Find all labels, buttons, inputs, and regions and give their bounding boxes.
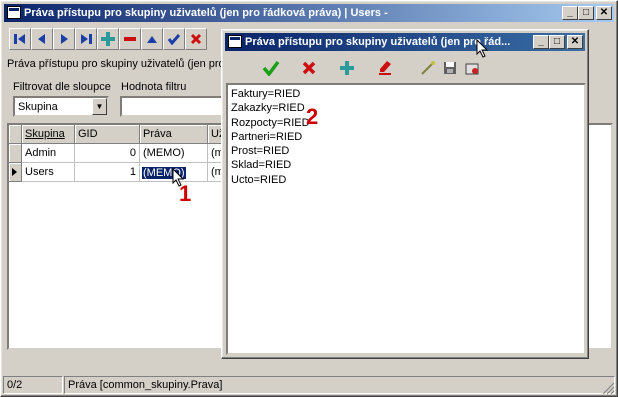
memo-line: Zakazky=RIED	[231, 102, 305, 115]
memo-line: Faktury=RIED	[231, 88, 301, 100]
delete-record-button[interactable]	[119, 28, 141, 50]
edit-record-button[interactable]	[141, 28, 163, 50]
memo-line: Sklad=RIED	[231, 159, 292, 172]
table-row-cell-skupina[interactable]: Users	[22, 163, 75, 182]
status-record-count: 0/2	[3, 376, 63, 394]
editor-window-title: Práva přístupu pro skupiny uživatelů (je…	[245, 36, 511, 48]
filter-column-label: Filtrovat dle sloupce	[13, 81, 111, 93]
wizard-button[interactable]	[417, 57, 439, 79]
next-record-button[interactable]	[53, 28, 75, 50]
filter-value-input[interactable]	[120, 96, 224, 117]
table-row-cell-prava[interactable]: (MEMO)	[140, 144, 208, 163]
minus-icon	[124, 37, 136, 41]
floppy-icon	[444, 62, 456, 74]
maximize-button[interactable]: □	[578, 6, 594, 20]
cancel-edit-button[interactable]	[185, 28, 207, 50]
row-indicator[interactable]	[9, 144, 22, 163]
editor-maximize-button[interactable]: □	[549, 35, 565, 49]
insert-record-button[interactable]	[97, 28, 119, 50]
green-check-icon	[262, 60, 280, 76]
editor-app-icon	[228, 35, 242, 48]
folder-open-icon	[465, 63, 479, 75]
app-icon	[7, 6, 21, 19]
filter-column-combo[interactable]: Skupina ▼	[13, 96, 109, 117]
clear-button[interactable]	[373, 57, 397, 79]
open-button[interactable]	[461, 57, 483, 79]
main-titlebar[interactable]: Práva přístupu pro skupiny uživatelů (je…	[4, 4, 614, 22]
memo-line: Partneri=RIED	[231, 130, 303, 143]
memo-editor-window: Práva přístupu pro skupiny uživatelů (je…	[221, 29, 589, 359]
editor-minimize-button[interactable]: _	[533, 35, 549, 49]
grid-indicator-header	[9, 125, 22, 144]
main-description: Práva přístupu pro skupiny uživatelů (je…	[7, 58, 232, 70]
main-window-title: Práva přístupu pro skupiny uživatelů (je…	[24, 7, 388, 19]
memo-line: Rozpocty=RIED	[231, 116, 310, 129]
first-record-icon	[14, 34, 25, 44]
filter-column-value: Skupina	[18, 101, 58, 113]
annotation-number-1: 1	[179, 181, 192, 206]
annotation-number-2: 2	[306, 104, 319, 129]
memo-text-area[interactable]: Faktury=RIED Zakazky=RIED Rozpocty=RIED …	[226, 83, 586, 355]
filter-value-label: Hodnota filtru	[121, 81, 187, 93]
prior-record-button[interactable]	[31, 28, 53, 50]
confirm-button[interactable]	[259, 57, 283, 79]
checkmark-icon	[167, 34, 181, 45]
editor-close-button[interactable]: ✕	[567, 35, 583, 49]
post-edit-button[interactable]	[163, 28, 185, 50]
column-header-prava[interactable]: Práva	[140, 125, 208, 144]
editor-titlebar[interactable]: Práva přístupu pro skupiny uživatelů (je…	[225, 33, 585, 51]
cross-icon	[190, 33, 202, 45]
last-record-button[interactable]	[75, 28, 97, 50]
memo-line: Prost=RIED	[231, 145, 290, 158]
first-record-button[interactable]	[9, 28, 31, 50]
memo-line: Ucto=RIED	[231, 173, 287, 186]
chevron-down-icon[interactable]: ▼	[92, 98, 107, 115]
edit-triangle-icon	[147, 36, 157, 43]
cancel-button[interactable]	[297, 57, 321, 79]
red-cross-icon	[302, 61, 316, 75]
column-header-gid[interactable]: GID	[75, 125, 140, 144]
prior-record-icon	[38, 34, 45, 44]
table-row-cell-gid[interactable]: 1	[75, 163, 140, 182]
mouse-pointer-icon	[476, 39, 489, 58]
current-row-indicator[interactable]	[9, 163, 22, 182]
next-record-icon	[61, 34, 68, 44]
table-row-cell-skupina[interactable]: Admin	[22, 144, 75, 163]
save-button[interactable]	[439, 57, 461, 79]
status-field-name: Práva [common_skupiny.Prava]	[64, 376, 615, 394]
wand-icon	[421, 61, 435, 75]
current-row-arrow-icon	[12, 168, 17, 176]
minimize-button[interactable]: _	[562, 6, 578, 20]
editor-toolbar	[259, 57, 483, 79]
eraser-icon	[379, 61, 391, 75]
table-row-cell-gid[interactable]: 0	[75, 144, 140, 163]
plus-icon	[101, 32, 115, 46]
column-header-skupina[interactable]: Skupina	[22, 125, 75, 144]
navigator-toolbar	[9, 28, 207, 50]
last-record-icon	[81, 34, 92, 44]
close-button[interactable]: ✕	[596, 6, 612, 20]
resize-grip-icon[interactable]	[601, 381, 615, 395]
add-button[interactable]	[335, 57, 359, 79]
plus-icon	[340, 61, 354, 75]
